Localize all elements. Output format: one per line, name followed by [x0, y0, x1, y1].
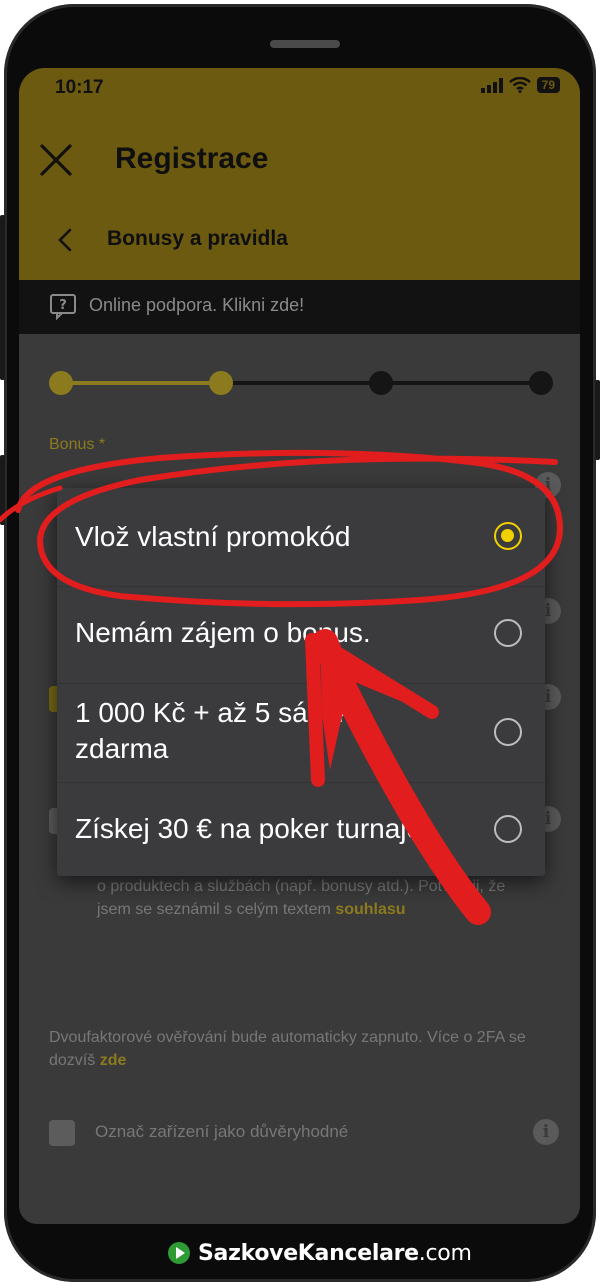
radio-icon[interactable]: [494, 718, 522, 746]
app-screen: 10:17 79 Registrace Bonusy a pravidla ? …: [19, 68, 580, 1224]
dropdown-option[interactable]: Vlož vlastní promokód: [57, 488, 545, 586]
dropdown-option[interactable]: 1 000 Kč + až 5 sázek zdarma: [57, 684, 545, 782]
page-title: Registrace: [115, 142, 269, 175]
signal-icon: [480, 77, 503, 93]
trusted-device-checkbox[interactable]: [49, 1120, 75, 1146]
consent-link[interactable]: souhlasu: [335, 901, 405, 918]
bonus-label: Bonus *: [49, 436, 106, 453]
bonus-dropdown-menu: Vlož vlastní promokód Nemám zájem o bonu…: [57, 488, 545, 876]
step-3-dot: [369, 371, 393, 395]
svg-text:?: ?: [59, 298, 67, 313]
watermark-text: SazkoveKancelare.com: [198, 1241, 472, 1266]
back-chevron-icon[interactable]: [55, 228, 75, 252]
battery-indicator: 79: [536, 77, 560, 93]
twofa-notice: Dvoufaktorové ověřování bude automaticky…: [49, 1026, 549, 1072]
side-button-left: [0, 455, 5, 525]
dropdown-option[interactable]: Nemám zájem o bonus.: [57, 587, 545, 683]
volume-button: [0, 215, 5, 380]
wifi-icon: [508, 77, 531, 93]
radio-selected-icon[interactable]: [494, 522, 522, 550]
option-label: Nemám zájem o bonus.: [75, 617, 371, 648]
section-title: Bonusy a pravidla: [107, 227, 288, 250]
step-4-dot: [529, 371, 553, 395]
stepper-progress-line: [61, 381, 221, 385]
phone-speaker: [270, 40, 340, 48]
twofa-link[interactable]: zde: [100, 1052, 127, 1069]
option-label: 1 000 Kč + až 5 sázek zdarma: [75, 697, 352, 764]
play-icon: [168, 1242, 190, 1264]
close-icon[interactable]: [39, 143, 73, 177]
app-header: 10:17 79 Registrace Bonusy a pravidla: [19, 68, 580, 280]
watermark-logo: SazkoveKancelare.com: [168, 1238, 472, 1268]
step-1-dot: [49, 371, 73, 395]
support-link[interactable]: Online podpora. Klikni zde!: [89, 295, 304, 316]
watermark-brand: SazkoveKancelare: [198, 1240, 419, 1266]
step-2-dot: [209, 371, 233, 395]
power-button: [595, 380, 600, 460]
support-chat-icon: ?: [50, 294, 76, 320]
radio-icon[interactable]: [494, 815, 522, 843]
info-icon[interactable]: i: [533, 1119, 559, 1145]
option-label: Získej 30 € na poker turnaje: [75, 813, 423, 844]
option-label: Vlož vlastní promokód: [75, 521, 351, 552]
trusted-device-label: Označ zařízení jako důvěryhodné: [95, 1122, 349, 1141]
status-icons: 79: [480, 77, 560, 93]
dropdown-option[interactable]: Získej 30 € na poker turnaje: [57, 783, 545, 876]
bonus-select[interactable]: [49, 461, 515, 491]
status-time: 10:17: [55, 77, 104, 98]
watermark-tld: .com: [418, 1240, 472, 1266]
radio-icon[interactable]: [494, 619, 522, 647]
support-bar[interactable]: ? Online podpora. Klikni zde!: [19, 280, 580, 334]
